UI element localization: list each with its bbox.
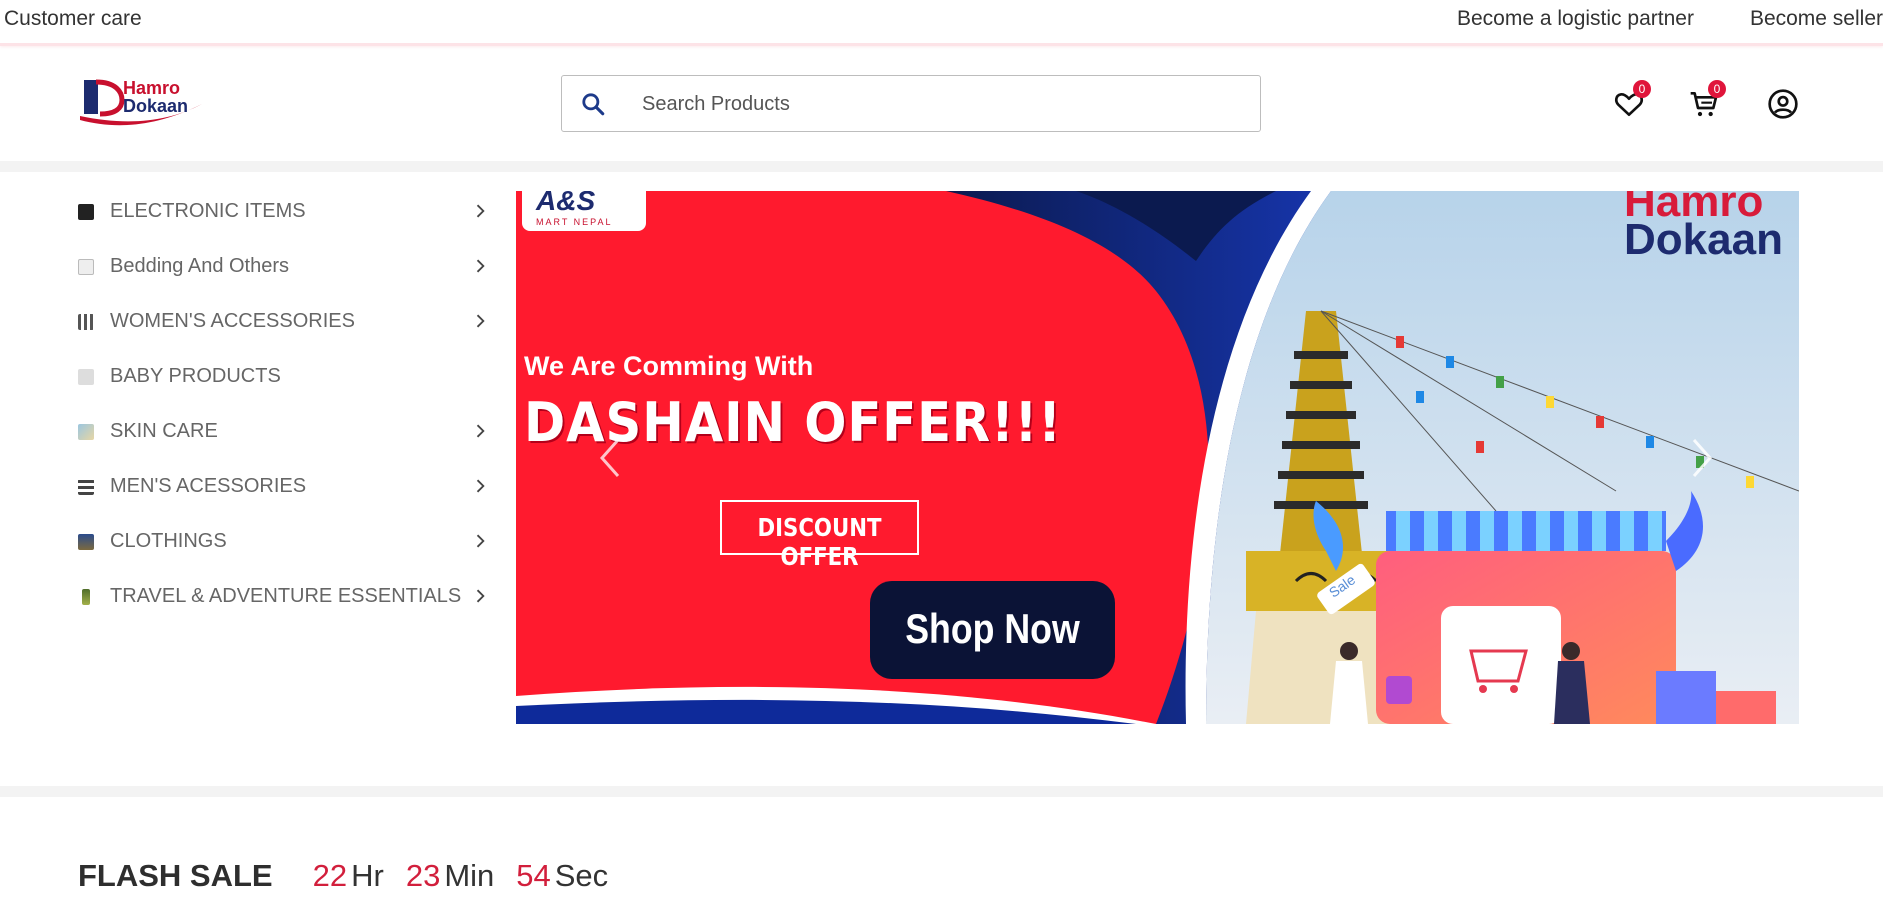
user-icon	[1768, 89, 1798, 119]
chevron-right-icon	[476, 424, 485, 438]
womens-accessories-icon	[78, 313, 94, 330]
chevron-right-icon	[476, 534, 485, 548]
category-label: BABY PRODUCTS	[110, 365, 281, 387]
search-icon[interactable]	[580, 91, 606, 117]
hero-banner-carousel[interactable]: A&S MART NEPAL We Are Comming With DASHA…	[516, 191, 1799, 724]
skin-care-icon	[78, 423, 94, 440]
chevron-right-icon	[476, 259, 485, 273]
wishlist-count-badge: 0	[1633, 80, 1651, 98]
category-item-mens-accessories[interactable]: MEN'S ACESSORIES	[78, 459, 490, 514]
category-item-baby-products[interactable]: BABY PRODUCTS	[78, 349, 490, 404]
banner-brand-dokaan: Dokaan	[1624, 215, 1783, 264]
category-item-electronic[interactable]: ELECTRONIC ITEMS	[78, 184, 490, 239]
shop-now-button[interactable]: Shop Now	[870, 581, 1115, 679]
category-label: TRAVEL & ADVENTURE ESSENTIALS	[110, 585, 462, 607]
account-button[interactable]	[1767, 88, 1799, 120]
cart-count-badge: 0	[1708, 80, 1726, 98]
category-label: Bedding And Others	[110, 255, 290, 277]
countdown-minutes: 23	[405, 858, 441, 893]
category-label: CLOTHINGS	[110, 530, 227, 552]
cart-button[interactable]: 0	[1688, 80, 1726, 120]
chevron-right-icon	[476, 589, 485, 603]
site-logo[interactable]: Hamro Dokaan	[78, 74, 206, 130]
carousel-prev-icon[interactable]	[596, 436, 624, 480]
discount-offer-box: DISCOUNT OFFER	[720, 500, 919, 571]
top-bar: Customer care Become a logistic partner …	[0, 0, 1883, 46]
category-item-travel[interactable]: TRAVEL & ADVENTURE ESSENTIALS	[78, 569, 490, 624]
logistic-partner-link[interactable]: Become a logistic partner	[1457, 7, 1694, 31]
mens-accessories-icon	[78, 478, 94, 495]
shop-now-label: Shop Now	[905, 605, 1080, 652]
countdown-seconds: 54	[516, 858, 551, 893]
travel-icon	[82, 588, 90, 605]
bedding-icon	[78, 258, 94, 275]
carousel-next-icon[interactable]	[1688, 436, 1716, 480]
flash-sale-title: FLASH SALE	[78, 858, 273, 893]
countdown-hours-unit: Hr	[351, 858, 384, 893]
chevron-right-icon	[476, 479, 485, 493]
countdown-minutes-unit: Min	[444, 858, 495, 893]
countdown-hours: 22	[312, 858, 348, 893]
category-item-skin-care[interactable]: SKIN CARE	[78, 404, 490, 459]
partner-logo-sub: MART NEPAL	[536, 217, 613, 227]
customer-care-link[interactable]: Customer care	[4, 7, 142, 31]
flash-sale-header: FLASH SALE 22 Hr 23 Min 54 Sec	[78, 858, 630, 894]
logo-text-dokaan: Dokaan	[123, 96, 189, 116]
category-label: MEN'S ACESSORIES	[110, 475, 307, 497]
clothings-icon	[78, 533, 94, 550]
category-sidebar: ELECTRONIC ITEMS Bedding And Others WOME…	[78, 184, 490, 624]
search-input[interactable]	[642, 88, 1222, 120]
chevron-right-icon	[476, 314, 485, 328]
partner-logo: A&S MART NEPAL	[522, 191, 646, 231]
partner-logo-text: A&S	[536, 191, 596, 216]
section-divider	[0, 161, 1883, 172]
category-item-womens-accessories[interactable]: WOMEN'S ACCESSORIES	[78, 294, 490, 349]
become-seller-link[interactable]: Become seller	[1750, 7, 1883, 31]
category-label: WOMEN'S ACCESSORIES	[110, 310, 355, 332]
site-header: Hamro Dokaan 0 0	[0, 48, 1883, 161]
chevron-right-icon	[476, 204, 485, 218]
wishlist-button[interactable]: 0	[1613, 80, 1651, 120]
category-label: ELECTRONIC ITEMS	[110, 200, 306, 222]
electronics-icon	[78, 203, 94, 220]
category-item-bedding[interactable]: Bedding And Others	[78, 239, 490, 294]
category-item-clothings[interactable]: CLOTHINGS	[78, 514, 490, 569]
discount-offer-label: DISCOUNT OFFER	[757, 513, 882, 571]
countdown-seconds-unit: Sec	[554, 858, 609, 893]
baby-products-icon	[78, 368, 94, 385]
section-divider	[0, 786, 1883, 797]
banner-brand-logo: Hamro Dokaan	[1516, 191, 1799, 291]
search-bar	[561, 75, 1261, 132]
banner-headline: We Are Comming With	[524, 351, 814, 381]
category-label: SKIN CARE	[110, 420, 218, 442]
top-links: Become a logistic partner Become seller	[1457, 7, 1883, 31]
